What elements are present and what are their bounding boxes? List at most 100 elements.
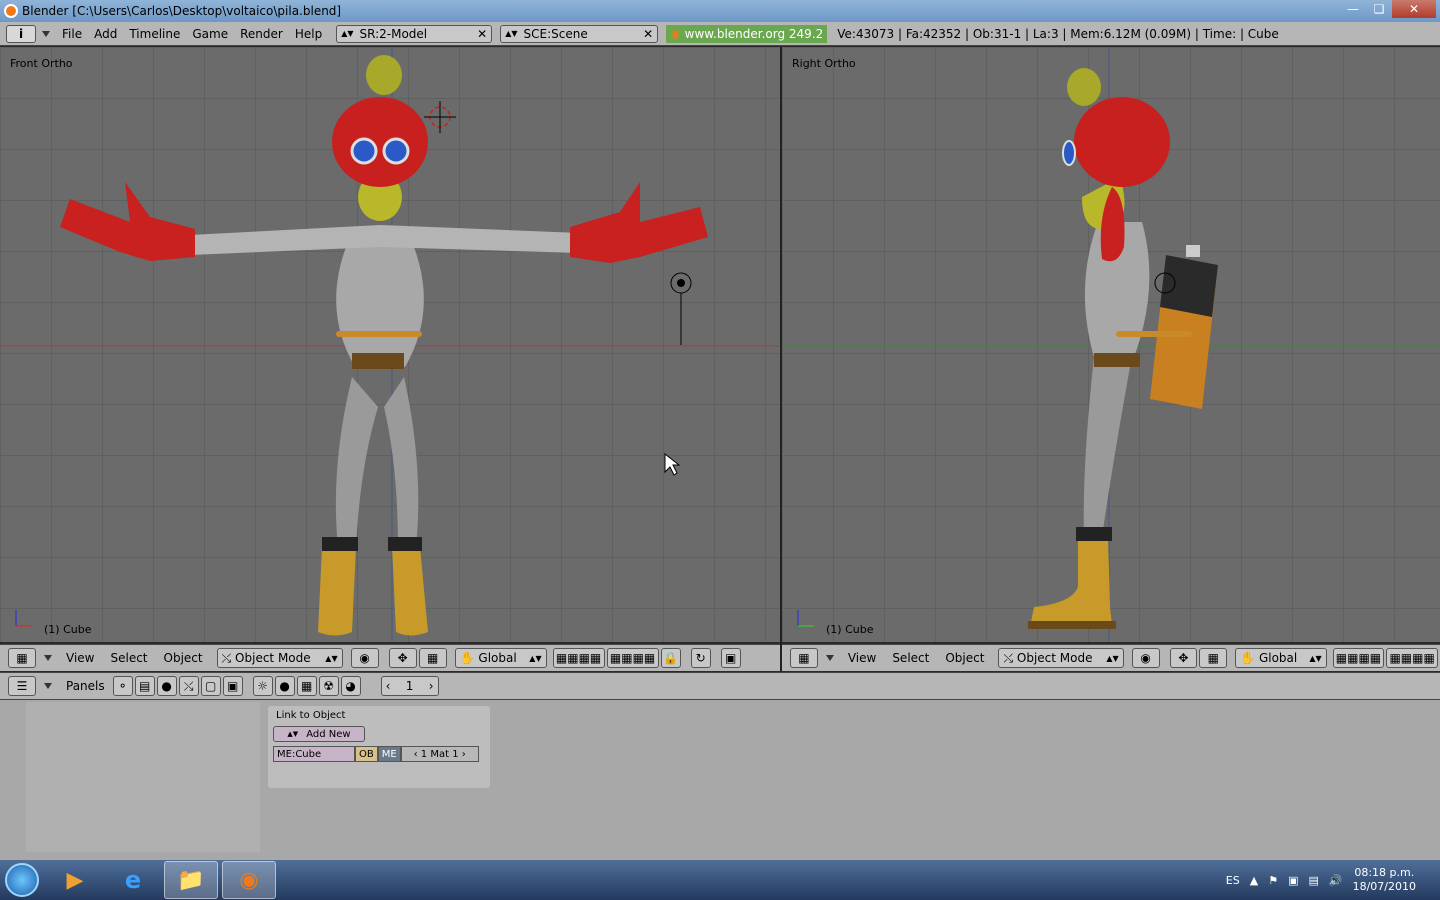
menu-select[interactable]: Select <box>102 651 155 665</box>
close-scene-icon[interactable]: ✕ <box>637 27 653 41</box>
blender-website-link[interactable]: ◉ www.blender.org 249.2 <box>666 24 828 43</box>
menu-view[interactable]: View <box>840 651 884 665</box>
layer-buttons-a[interactable]: ▦▦▦▦ <box>1332 648 1385 668</box>
menu-view[interactable]: View <box>58 651 102 665</box>
radiosity-icon[interactable]: ☢ <box>318 676 339 696</box>
menu-file[interactable]: File <box>56 25 88 43</box>
layer-buttons-a[interactable]: ▦▦▦▦ <box>552 648 605 668</box>
ob-toggle[interactable]: OB <box>355 746 378 762</box>
manipulator-icon[interactable]: ▦ <box>1199 648 1228 668</box>
draw-type-icon[interactable]: ◉ <box>350 648 379 668</box>
draw-type-icon[interactable]: ◉ <box>1131 648 1160 668</box>
window-titlebar: Blender [C:\Users\Carlos\Desktop\voltaic… <box>0 0 1440 22</box>
render-preview-icon[interactable]: ▣ <box>720 648 741 668</box>
material-icon[interactable]: ● <box>274 676 295 696</box>
mesh-name-field[interactable]: ME:Cube <box>273 746 355 762</box>
orientation-selector[interactable]: ✋ Global ▲▼ <box>1235 648 1327 668</box>
internet-explorer-icon: e <box>124 866 142 894</box>
blender-logo-icon: ◉ <box>670 26 681 41</box>
layer-buttons-b[interactable]: ▦▦▦▦ <box>606 648 659 668</box>
script-icon[interactable]: ▤ <box>134 676 155 696</box>
language-indicator[interactable]: ES <box>1226 874 1240 887</box>
chevron-left-icon[interactable]: ‹ <box>414 749 421 760</box>
orientation-selector[interactable]: ✋ Global ▲▼ <box>454 648 547 668</box>
chevron-right-icon[interactable]: › <box>429 679 434 693</box>
scene-field-value: SCE:Scene <box>523 26 588 41</box>
panels-menu[interactable]: Panels <box>58 679 113 693</box>
collapse-menu-icon[interactable] <box>42 30 50 37</box>
chevron-left-icon[interactable]: ‹ <box>386 679 391 693</box>
menu-timeline[interactable]: Timeline <box>123 25 186 43</box>
window-title: Blender [C:\Users\Carlos\Desktop\voltaic… <box>22 4 342 18</box>
mode-selector[interactable]: ⤯ Object Mode ▲▼ <box>998 648 1124 668</box>
editor-type-buttons-icon[interactable]: ☰ <box>8 676 36 696</box>
layer-buttons-b[interactable]: ▦▦▦▦ <box>1386 648 1438 668</box>
viewport-object-name: (1) Cube <box>44 623 92 636</box>
scene-icon[interactable]: ▣ <box>222 676 243 696</box>
collapse-menu-icon[interactable] <box>44 655 52 661</box>
viewport-front-ortho[interactable]: Front Ortho (1) Cube <box>0 47 780 642</box>
mode-value: Object Mode <box>235 651 311 665</box>
empty-panel <box>26 702 260 852</box>
menu-select[interactable]: Select <box>884 651 937 665</box>
material-selector[interactable]: ‹ 1 Mat 1 › <box>400 746 479 762</box>
safely-remove-icon[interactable]: ▣ <box>1288 874 1298 887</box>
start-button[interactable] <box>0 860 44 900</box>
collapse-menu-icon[interactable] <box>44 683 52 689</box>
frame-counter[interactable]: ‹ 1 › <box>380 676 439 696</box>
view3d-header-left: ▦ View Select Object ⤯ Object Mode ▲▼ ◉ … <box>0 644 780 671</box>
editing-icon[interactable]: ▢ <box>200 676 221 696</box>
pivot-icon[interactable]: ✥ <box>388 648 417 668</box>
axis-gizmo-icon <box>797 610 814 627</box>
lock-icon[interactable]: 🔒 <box>660 648 681 668</box>
menu-object[interactable]: Object <box>937 651 992 665</box>
clock[interactable]: 08:18 p.m. 18/07/2010 <box>1353 866 1416 894</box>
character-front-view <box>0 47 780 642</box>
menu-object[interactable]: Object <box>156 651 211 665</box>
info-icon[interactable]: i <box>6 24 36 43</box>
screen-selector[interactable]: ▲▼ SR:2-Model ✕ <box>336 24 493 43</box>
view3d-header-right: ▦ View Select Object ⤯ Object Mode ▲▼ ◉ … <box>782 644 1440 671</box>
clock-time: 08:18 p.m. <box>1354 866 1415 879</box>
texture-icon[interactable]: ▦ <box>296 676 317 696</box>
shading-icon[interactable]: ● <box>156 676 177 696</box>
website-text: www.blender.org 249.2 <box>684 26 824 41</box>
pivot-icon[interactable]: ✥ <box>1169 648 1198 668</box>
taskbar-media-player[interactable]: ▶ <box>48 861 102 899</box>
close-screen-icon[interactable]: ✕ <box>471 27 487 41</box>
mode-selector[interactable]: ⤯ Object Mode ▲▼ <box>216 648 343 668</box>
lamp-icon[interactable]: ☼ <box>252 676 273 696</box>
taskbar-internet-explorer[interactable]: e <box>106 861 160 899</box>
volume-icon[interactable]: 🔊 <box>1329 874 1343 887</box>
collapse-menu-icon[interactable] <box>825 655 834 661</box>
axis-gizmo-icon <box>15 610 32 627</box>
panel-title: Link to Object <box>276 710 346 721</box>
scene-stats: Ve:43073 | Fa:42352 | Ob:31-1 | La:3 | M… <box>837 26 1279 41</box>
viewport-right-ortho[interactable]: Right Ortho (1) Cube <box>782 47 1440 642</box>
scene-selector[interactable]: ▲▼ SCE:Scene ✕ <box>500 24 659 43</box>
object-icon[interactable]: ⤯ <box>178 676 199 696</box>
menu-add[interactable]: Add <box>88 25 123 43</box>
close-button[interactable]: ✕ <box>1392 0 1436 18</box>
action-center-flag-icon[interactable]: ⚑ <box>1268 874 1278 887</box>
taskbar-blender[interactable]: ◉ <box>222 861 276 899</box>
snap-icon[interactable]: ↻ <box>690 648 711 668</box>
menu-render[interactable]: Render <box>234 25 289 43</box>
menu-help[interactable]: Help <box>289 25 328 43</box>
minimize-button[interactable]: — <box>1340 0 1366 18</box>
maximize-button[interactable]: ❏ <box>1366 0 1392 18</box>
editor-type-grid-icon[interactable]: ▦ <box>8 648 36 668</box>
windows-taskbar: ▶ e 📁 ◉ ES ▲ ⚑ ▣ ▤ 🔊 08:18 p.m. 18/07/20… <box>0 860 1440 900</box>
world-icon[interactable]: ◕ <box>340 676 361 696</box>
network-icon[interactable]: ▤ <box>1308 874 1318 887</box>
menu-game[interactable]: Game <box>186 25 234 43</box>
blender-app-icon <box>4 4 18 18</box>
editor-type-grid-icon[interactable]: ▦ <box>790 648 818 668</box>
chevron-right-icon[interactable]: › <box>459 749 466 760</box>
logic-icon[interactable]: ⚬ <box>112 676 133 696</box>
me-toggle[interactable]: ME <box>377 746 401 762</box>
taskbar-file-explorer[interactable]: 📁 <box>164 861 218 899</box>
show-hidden-icons-icon[interactable]: ▲ <box>1250 874 1258 887</box>
add-new-button[interactable]: ▲▼ Add New <box>273 726 365 742</box>
manipulator-icon[interactable]: ▦ <box>418 648 447 668</box>
